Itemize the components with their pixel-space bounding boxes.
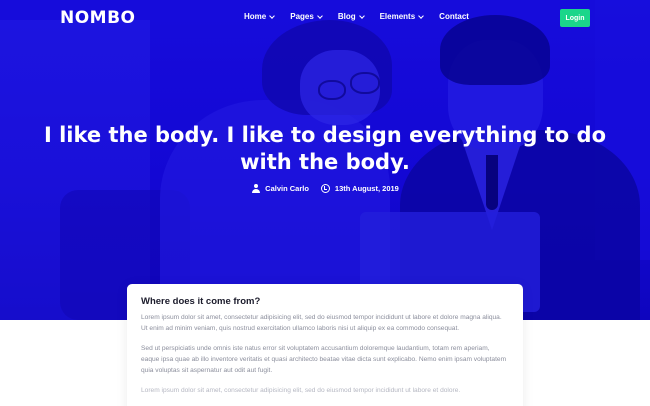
- article-paragraph: Lorem ipsum dolor sit amet, consectetur …: [141, 386, 461, 394]
- nav-item-pages[interactable]: Pages: [290, 12, 323, 21]
- author-name[interactable]: Calvin Carlo: [265, 184, 309, 193]
- nav-item-label: Elements: [379, 12, 416, 21]
- article-paragraph: Lorem ipsum dolor sit amet, consectetur …: [141, 314, 502, 333]
- article-paragraph: Sed ut perspiciatis unde omnis iste natu…: [141, 344, 507, 375]
- post-author: Calvin Carlo: [251, 184, 309, 193]
- nav-item-contact[interactable]: Contact: [439, 12, 469, 21]
- nav-item-label: Pages: [290, 12, 314, 21]
- nav-item-label: Blog: [337, 12, 356, 21]
- clock-icon: [320, 184, 330, 193]
- nav-item-home[interactable]: Home: [244, 12, 276, 21]
- date-text: 13th August, 2019: [334, 184, 399, 193]
- brand-logo[interactable]: NOMBO: [60, 8, 136, 28]
- nav-item-elements[interactable]: Elements: [379, 12, 425, 21]
- post-date: 13th August, 2019: [320, 184, 399, 193]
- nav-item-label: Home: [244, 12, 267, 21]
- nav-item-label: Contact: [439, 12, 469, 21]
- page-title: I like the body. I like to design everyt…: [43, 123, 607, 175]
- chevron-down-icon: [269, 12, 276, 19]
- top-navigation: NOMBO Home Pages Blog Elements Contact L: [0, 0, 650, 36]
- chevron-down-icon: [418, 12, 425, 19]
- hero-section: NOMBO Home Pages Blog Elements Contact L: [0, 0, 650, 320]
- article-heading: Where does it come from?: [141, 296, 261, 307]
- post-meta: Calvin Carlo 13th August, 2019: [0, 184, 650, 193]
- user-icon: [251, 184, 260, 193]
- chevron-down-icon: [358, 12, 365, 19]
- article-card: Where does it come from? Lorem ipsum dol…: [127, 284, 523, 406]
- login-button[interactable]: Login: [560, 9, 590, 27]
- main-menu: Home Pages Blog Elements Contact: [244, 12, 485, 21]
- chevron-down-icon: [316, 12, 323, 19]
- nav-item-blog[interactable]: Blog: [337, 12, 365, 21]
